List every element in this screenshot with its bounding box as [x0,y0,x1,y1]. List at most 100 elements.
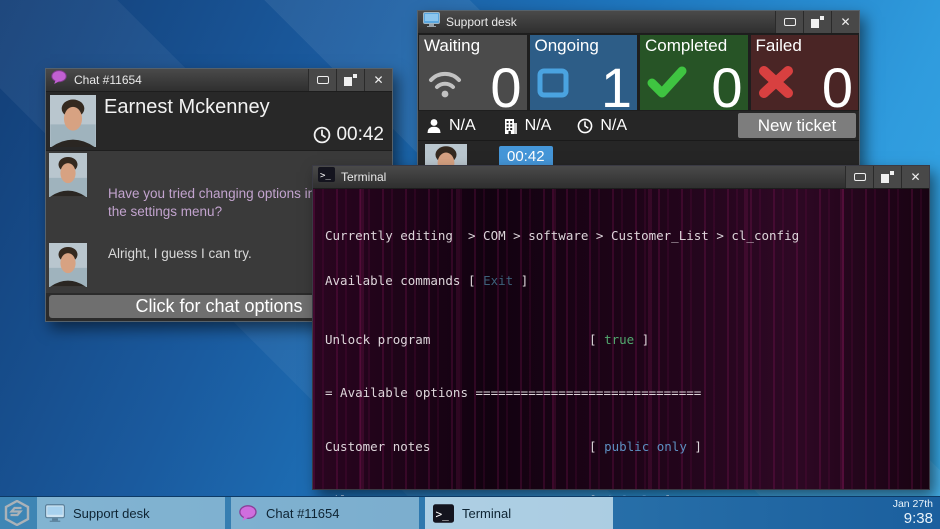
svg-text:>_: >_ [435,507,449,520]
stat-label: Completed [645,36,727,56]
taskbar: Support desk Chat #11654 >_ Terminal Jan… [0,496,940,529]
bracket: [ [468,273,483,288]
new-ticket-button[interactable]: New ticket [738,113,856,138]
stat-value: 0 [822,60,853,110]
popout-button[interactable] [803,11,831,33]
taskbar-item-terminal[interactable]: >_ Terminal [425,497,613,529]
start-logo[interactable] [0,497,34,529]
stat-value: 0 [711,60,742,110]
minimize-icon [784,18,796,26]
chat-message: Alright, I guess I can try. [108,245,336,263]
taskbar-item-support-desk[interactable]: Support desk [37,497,225,529]
terminal-section-header: = Available options ====================… [325,385,917,400]
wifi-icon [426,68,464,103]
customer-notes-value[interactable]: public only [604,439,687,454]
message-avatar [49,153,87,197]
chat-timer: 00:42 [313,124,384,146]
popout-icon [811,16,824,28]
info-customer-value: N/A [449,117,476,135]
taskbar-time: 9:38 [893,510,933,527]
terminal-option-row: Customer notes[ public only ] [325,439,917,454]
minimize-icon [317,76,329,84]
svg-text:>_: >_ [320,171,331,181]
desktop: Chat #11654 ✕ Earnest Mckenney 00:42 Hav… [0,0,940,529]
support-desk-window-title: Support desk [446,15,775,29]
close-button[interactable]: ✕ [901,166,929,188]
stat-tile-failed: Failed 0 [751,35,859,110]
ticket-timer-badge: 00:42 [499,146,553,167]
message-avatar [49,243,87,287]
monitor-icon [423,12,440,32]
bracket: [ [589,332,604,347]
stat-tile-ongoing: Ongoing 1 [530,35,638,110]
stat-label: Failed [756,36,802,56]
terminal-window-title: Terminal [341,170,845,184]
chat-timer-value: 00:42 [336,124,384,146]
info-company-value: N/A [525,117,552,135]
window-icon [537,68,569,103]
monitor-icon [45,504,65,522]
taskbar-item-label: Terminal [462,506,511,521]
checkmark-icon [647,66,687,103]
close-button[interactable]: ✕ [364,69,392,91]
terminal-icon: >_ [318,167,335,187]
minimize-button[interactable] [308,69,336,91]
terminal-unlock-row: Unlock program[ true ] [325,332,917,347]
terminal-output: Currently editing > COM > software > Cus… [313,189,929,489]
chat-bubble-icon [239,505,258,522]
terminal-commands-line: Available commands [ Exit ] [325,273,917,288]
popout-button[interactable] [336,69,364,91]
ticket-stats-row: Waiting 0 Ongoing 1 Completed 0 [418,34,859,111]
chat-message: Have you tried changing options in the s… [108,185,336,220]
stat-value: 0 [490,60,521,110]
popout-icon [881,171,894,183]
available-commands-label: Available commands [325,273,460,288]
info-time: N/A [577,117,627,135]
info-company: N/A [502,117,552,135]
minimize-button[interactable] [775,11,803,33]
ticket-info-row: N/A N/A N/A New ticket [418,111,859,140]
chat-header: Earnest Mckenney 00:42 [46,92,392,151]
chat-window-title: Chat #11654 [74,73,308,87]
option-label: Customer notes [325,439,589,454]
popout-button[interactable] [873,166,901,188]
building-icon [502,118,518,134]
support-desk-window: Support desk ✕ Waiting 0 Ongoing 1 [417,10,860,180]
hexagon-s-logo-icon [4,500,30,526]
person-icon [426,118,442,134]
stat-label: Ongoing [535,36,599,56]
terminal-icon: >_ [433,504,454,523]
info-time-value: N/A [600,117,627,135]
bracket: [ [589,439,604,454]
taskbar-item-chat[interactable]: Chat #11654 [231,497,419,529]
stat-tile-completed: Completed 0 [640,35,748,110]
customer-name: Earnest Mckenney [104,96,270,119]
customer-avatar [50,95,96,147]
cross-icon [758,66,794,103]
close-button[interactable]: ✕ [831,11,859,33]
taskbar-item-label: Chat #11654 [266,506,340,521]
taskbar-clock[interactable]: Jan 27th 9:38 [893,498,933,527]
minimize-icon [854,173,866,181]
terminal-window: >_ Terminal ✕ Currently editing > COM > … [312,165,930,490]
bracket: ] [634,332,649,347]
stat-label: Waiting [424,36,480,56]
clock-icon [313,126,331,144]
bracket: ] [687,439,702,454]
clock-icon [577,118,593,134]
chat-titlebar[interactable]: Chat #11654 ✕ [46,69,392,92]
stat-value: 1 [601,60,632,110]
bracket: ] [513,273,528,288]
unlock-program-value[interactable]: true [604,332,634,347]
popout-icon [344,74,357,86]
exit-command[interactable]: Exit [483,273,513,288]
minimize-button[interactable] [845,166,873,188]
taskbar-item-label: Support desk [73,506,150,521]
info-customer: N/A [426,117,476,135]
chat-bubble-icon [51,70,68,90]
stat-tile-waiting: Waiting 0 [419,35,527,110]
terminal-breadcrumb: Currently editing > COM > software > Cus… [325,228,917,243]
support-desk-titlebar[interactable]: Support desk ✕ [418,11,859,34]
taskbar-date: Jan 27th [893,498,933,510]
terminal-titlebar[interactable]: >_ Terminal ✕ [313,166,929,189]
